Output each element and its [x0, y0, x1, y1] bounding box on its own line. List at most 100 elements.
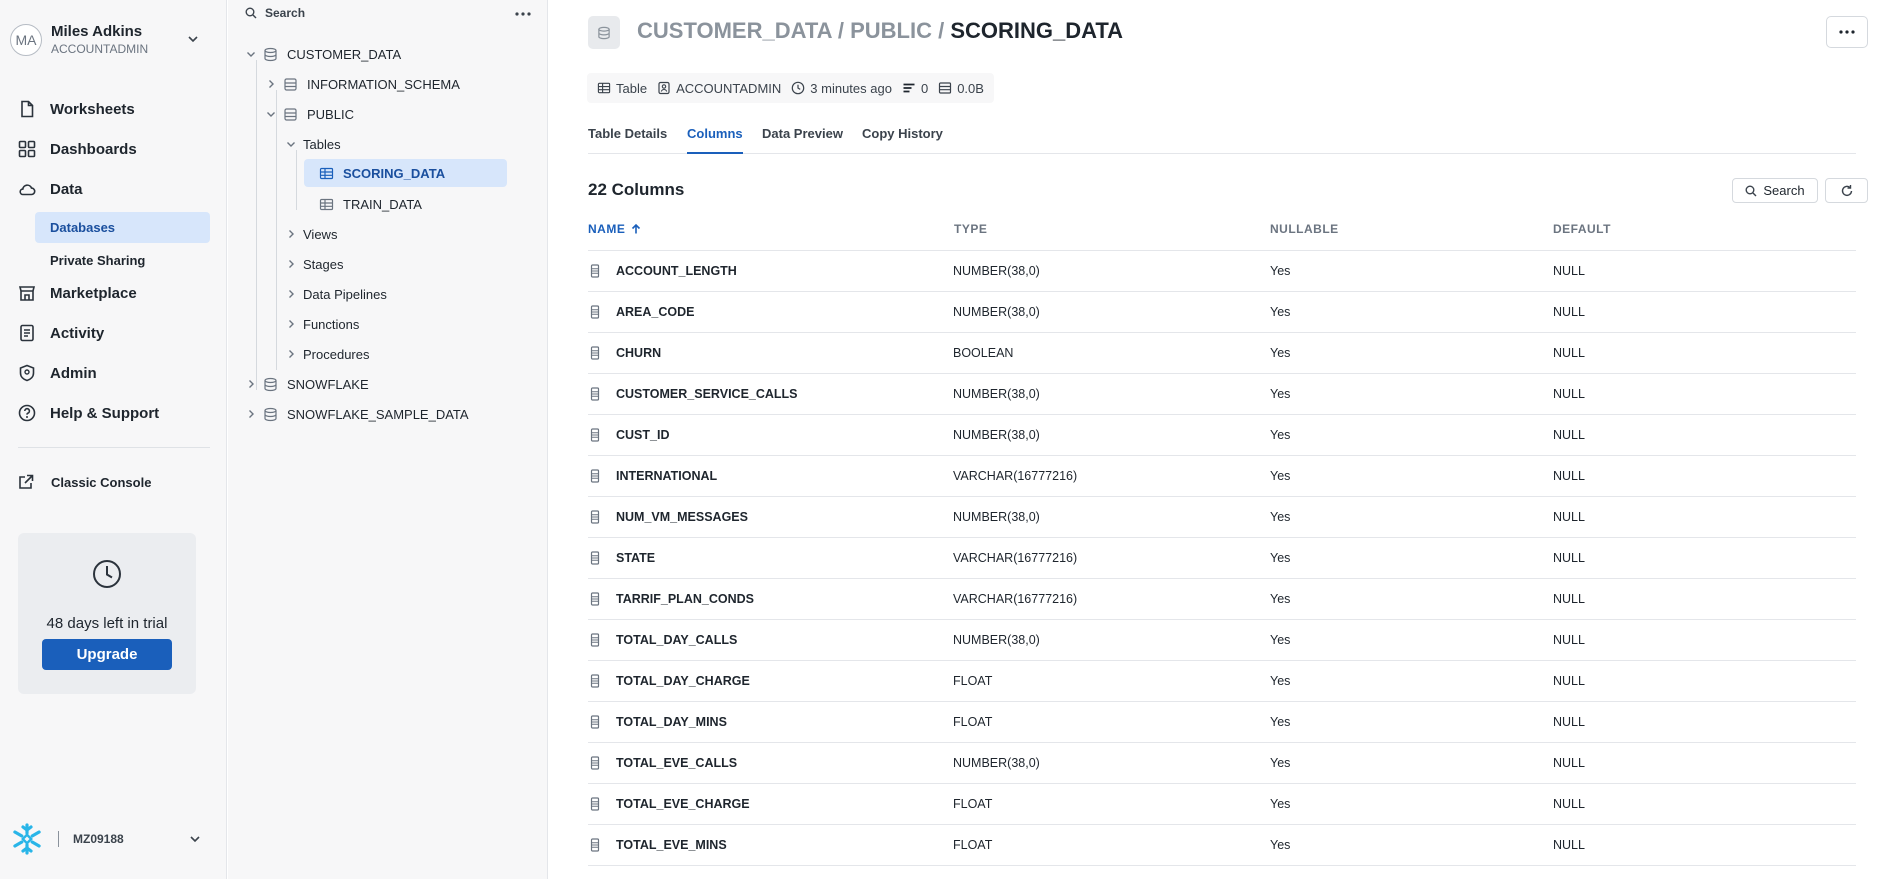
tab-data-preview[interactable]: Data Preview — [762, 126, 843, 154]
nav-databases[interactable]: Databases — [35, 212, 210, 243]
column-default: NULL — [1553, 264, 1585, 278]
table-row[interactable]: TOTAL_EVE_CALLS NUMBER(38,0) Yes NULL — [588, 743, 1856, 784]
column-default: NULL — [1553, 674, 1585, 688]
nav-dashboards-label: Dashboards — [50, 140, 137, 158]
avatar: MA — [10, 24, 42, 56]
column-nullable: Yes — [1270, 469, 1291, 483]
columns-search-button[interactable]: Search — [1732, 178, 1818, 203]
nav-marketplace-label: Marketplace — [50, 284, 137, 302]
tab-columns[interactable]: Columns — [687, 126, 743, 154]
table-row[interactable]: CUST_ID NUMBER(38,0) Yes NULL — [588, 415, 1856, 456]
more-actions-button[interactable] — [1826, 16, 1868, 48]
table-row[interactable]: AREA_CODE NUMBER(38,0) Yes NULL — [588, 292, 1856, 333]
tree-schema-information-schema[interactable]: INFORMATION_SCHEMA — [265, 70, 460, 98]
column-nullable: Yes — [1270, 633, 1291, 647]
table-row[interactable]: TARRIF_PLAN_CONDS VARCHAR(16777216) Yes NUL… — [588, 579, 1856, 620]
table-row[interactable]: NUM_VM_MESSAGES NUMBER(38,0) Yes NULL — [588, 497, 1856, 538]
upgrade-button[interactable]: Upgrade — [42, 639, 172, 670]
refresh-button[interactable] — [1825, 178, 1868, 203]
shield-icon — [19, 364, 35, 382]
column-name: CUST_ID — [616, 428, 670, 442]
column-name: AREA_CODE — [616, 305, 695, 319]
column-type: NUMBER(38,0) — [953, 633, 1040, 647]
column-type: NUMBER(38,0) — [953, 428, 1040, 442]
column-icon — [590, 428, 600, 442]
chevron-right-icon — [269, 80, 274, 88]
table-row[interactable]: TOTAL_EVE_MINS FLOAT Yes NULL — [588, 825, 1856, 866]
tab-table-details[interactable]: Table Details — [588, 126, 667, 154]
user-menu[interactable]: MA Miles Adkins ACCOUNTADMIN — [10, 20, 210, 60]
table-row[interactable]: TOTAL_DAY_MINS FLOAT Yes NULL — [588, 702, 1856, 743]
activity-list-icon — [20, 324, 34, 342]
column-nullable: Yes — [1270, 510, 1291, 524]
table-row[interactable]: CHURN BOOLEAN Yes NULL — [588, 333, 1856, 374]
account-switcher[interactable]: MZ09188 — [10, 822, 210, 856]
table-row[interactable]: TOTAL_DAY_CALLS NUMBER(38,0) Yes NULL — [588, 620, 1856, 661]
header-nullable[interactable]: NULLABLE — [1270, 222, 1339, 236]
breadcrumb: CUSTOMER_DATA / PUBLIC / SCORING_DATA — [637, 18, 1123, 44]
search-icon — [1745, 185, 1757, 196]
table-row[interactable]: INTERNATIONAL VARCHAR(16777216) Yes NULL — [588, 456, 1856, 497]
column-nullable: Yes — [1270, 305, 1291, 319]
tree-folder-views[interactable]: Views — [285, 220, 337, 248]
more-options-icon — [1839, 30, 1855, 34]
grid-icon — [18, 140, 36, 158]
table-row[interactable]: CUSTOMER_SERVICE_CALLS NUMBER(38,0) Yes NUL… — [588, 374, 1856, 415]
column-default: NULL — [1553, 469, 1585, 483]
columns-table-header: NAME TYPE NULLABLE DEFAULT — [588, 218, 1856, 251]
column-icon — [590, 715, 600, 729]
tab-copy-history[interactable]: Copy History — [862, 126, 943, 154]
tree-folder-data-pipelines[interactable]: Data Pipelines — [285, 280, 387, 308]
nav-private-sharing[interactable]: Private Sharing — [35, 245, 210, 276]
tree-table-train-data[interactable]: TRAIN_DATA — [319, 190, 422, 218]
nav-activity[interactable]: Activity — [18, 320, 208, 346]
tree-folder-stages[interactable]: Stages — [285, 250, 343, 278]
chevron-right-icon — [249, 380, 254, 388]
explorer-search-label: Search — [265, 6, 306, 20]
nav-data[interactable]: Data — [18, 176, 208, 202]
external-link-icon — [19, 474, 34, 489]
main-content: CUSTOMER_DATA / PUBLIC / SCORING_DATA Ta… — [549, 0, 1895, 879]
more-options-icon[interactable] — [511, 6, 535, 22]
column-icon — [590, 264, 600, 278]
column-name: TOTAL_EVE_MINS — [616, 838, 727, 852]
tree-database-snowflake[interactable]: SNOWFLAKE — [245, 370, 369, 398]
store-icon — [18, 286, 36, 301]
classic-console-link[interactable]: Classic Console — [18, 474, 151, 490]
chevron-right-icon — [289, 350, 294, 358]
column-name: TOTAL_DAY_CHARGE — [616, 674, 750, 688]
tree-schema-public[interactable]: PUBLIC — [265, 100, 354, 128]
meta-owner-label: ACCOUNTADMIN — [676, 80, 782, 96]
column-type: VARCHAR(16777216) — [953, 592, 1078, 606]
tree-database-snowflake-sample-data[interactable]: SNOWFLAKE_SAMPLE_DATA — [245, 400, 469, 428]
header-type[interactable]: TYPE — [954, 222, 987, 236]
table-row[interactable]: TOTAL_DAY_CHARGE FLOAT Yes NULL — [588, 661, 1856, 702]
column-type: BOOLEAN — [953, 346, 1014, 360]
table-icon — [319, 167, 334, 179]
tree-folder-procedures[interactable]: Procedures — [285, 340, 369, 368]
table-row[interactable]: STATE VARCHAR(16777216) Yes NULL — [588, 538, 1856, 579]
header-name[interactable]: NAME — [588, 222, 642, 236]
nav-admin[interactable]: Admin — [18, 360, 208, 386]
table-row[interactable]: ACCOUNT_LENGTH NUMBER(38,0) Yes NULL — [588, 251, 1856, 292]
chevron-right-icon — [289, 290, 294, 298]
breadcrumb-path[interactable]: CUSTOMER_DATA / PUBLIC / — [637, 18, 950, 43]
tree-table-scoring-data[interactable]: SCORING_DATA — [304, 159, 507, 187]
tree-folder-functions[interactable]: Functions — [285, 310, 359, 338]
tree-database-customer-data[interactable]: CUSTOMER_DATA — [245, 40, 401, 68]
chevron-down-icon — [190, 836, 200, 843]
explorer-search[interactable]: Search — [245, 6, 305, 20]
table-row[interactable]: TOTAL_EVE_CHARGE FLOAT Yes NULL — [588, 784, 1856, 825]
nav-marketplace[interactable]: Marketplace — [18, 280, 208, 306]
column-type: FLOAT — [953, 674, 993, 688]
column-type: FLOAT — [953, 715, 993, 729]
nav-dashboards[interactable]: Dashboards — [18, 136, 208, 162]
header-default[interactable]: DEFAULT — [1553, 222, 1611, 236]
tree-folder-tables[interactable]: Tables — [285, 130, 341, 158]
nav-data-label: Data — [50, 180, 83, 198]
nav-help-support[interactable]: Help & Support — [18, 400, 208, 426]
nav-worksheets[interactable]: Worksheets — [18, 96, 208, 122]
meta-size: 0.0B — [938, 81, 984, 96]
column-icon — [590, 510, 600, 524]
schema-icon — [284, 77, 297, 91]
